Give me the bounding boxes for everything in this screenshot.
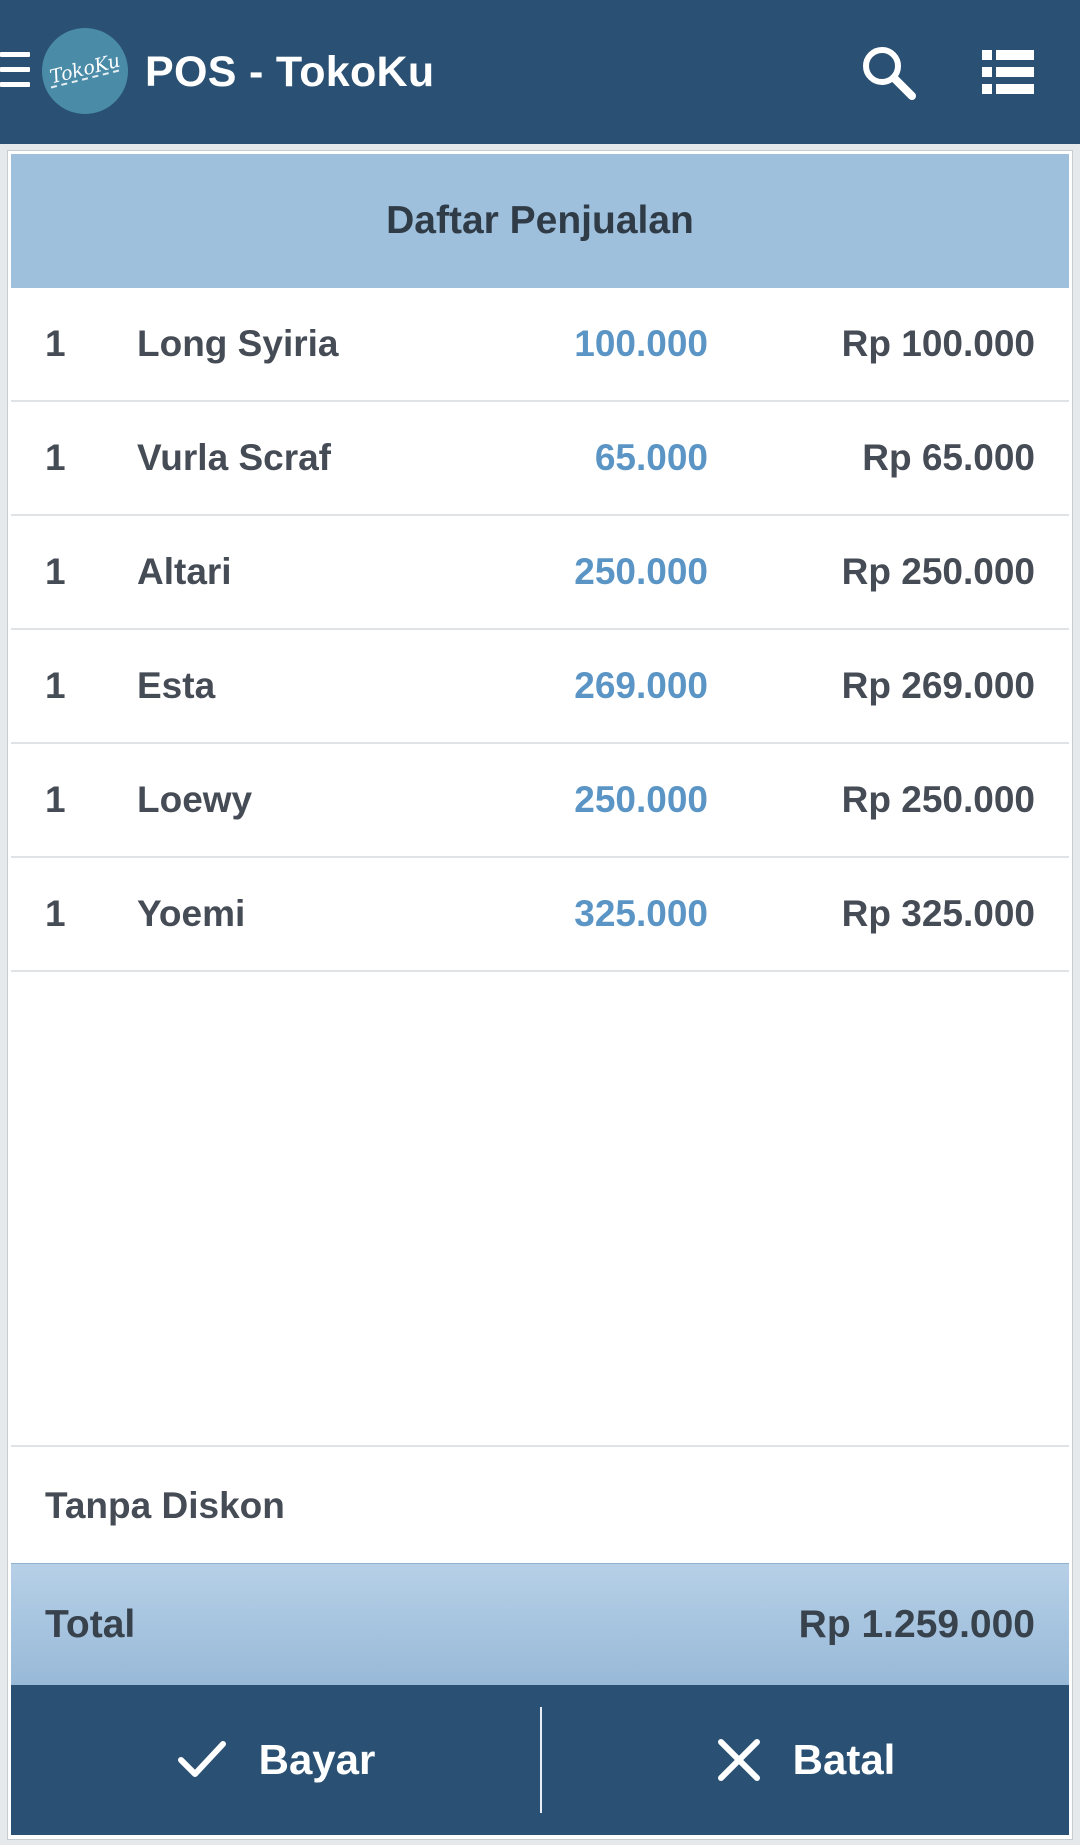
sale-item-row[interactable]: 1 Esta 269.000 Rp 269.000 bbox=[11, 630, 1069, 744]
item-price: 65.000 bbox=[594, 437, 708, 478]
item-qty: 1 bbox=[45, 893, 66, 934]
item-price: 100.000 bbox=[574, 323, 708, 364]
pay-label: Bayar bbox=[258, 1736, 376, 1783]
item-price: 325.000 bbox=[574, 893, 708, 934]
total-value: Rp 1.259.000 bbox=[798, 1603, 1035, 1646]
sale-item-row[interactable]: 1 Altari 250.000 Rp 250.000 bbox=[11, 516, 1069, 630]
item-qty: 1 bbox=[45, 437, 66, 478]
sale-item-row[interactable]: 1 Vurla Scraf 65.000 Rp 65.000 bbox=[11, 402, 1069, 516]
cancel-label: Batal bbox=[792, 1736, 896, 1783]
item-price: 269.000 bbox=[574, 665, 708, 706]
close-icon bbox=[717, 1739, 760, 1781]
menu-icon[interactable] bbox=[0, 52, 30, 92]
item-subtotal: Rp 250.000 bbox=[841, 779, 1035, 820]
total-label: Total bbox=[45, 1603, 136, 1646]
item-subtotal: Rp 269.000 bbox=[841, 665, 1035, 706]
cancel-button[interactable]: Batal bbox=[543, 1685, 1069, 1835]
sales-items-list: 1 Long Syiria 100.000 Rp 100.000 1 Vurla… bbox=[11, 288, 1069, 972]
pay-button[interactable]: Bayar bbox=[11, 1685, 541, 1835]
check-icon bbox=[177, 1741, 226, 1777]
discount-row[interactable]: Tanpa Diskon bbox=[11, 1445, 1069, 1563]
item-subtotal: Rp 100.000 bbox=[841, 323, 1035, 364]
discount-label: Tanpa Diskon bbox=[45, 1485, 285, 1526]
item-subtotal: Rp 325.000 bbox=[841, 893, 1035, 934]
item-name: Esta bbox=[137, 665, 216, 706]
item-qty: 1 bbox=[45, 323, 66, 364]
sale-item-row[interactable]: 1 Long Syiria 100.000 Rp 100.000 bbox=[11, 288, 1069, 402]
app-bar: TokoKu POS - TokoKu bbox=[0, 0, 1080, 144]
panel-title: Daftar Penjualan bbox=[11, 154, 1069, 288]
item-qty: 1 bbox=[45, 665, 66, 706]
list-view-icon[interactable] bbox=[980, 48, 1036, 96]
item-name: Yoemi bbox=[137, 893, 246, 934]
total-row: Total Rp 1.259.000 bbox=[11, 1563, 1069, 1685]
sale-item-row[interactable]: 1 Loewy 250.000 Rp 250.000 bbox=[11, 744, 1069, 858]
item-name: Vurla Scraf bbox=[137, 437, 331, 478]
item-name: Long Syiria bbox=[137, 323, 339, 364]
button-divider bbox=[540, 1707, 542, 1813]
logo-text: TokoKu bbox=[47, 49, 123, 89]
item-name: Altari bbox=[137, 551, 232, 592]
sale-item-row[interactable]: 1 Yoemi 325.000 Rp 325.000 bbox=[11, 858, 1069, 972]
item-price: 250.000 bbox=[574, 779, 708, 820]
item-name: Loewy bbox=[137, 779, 253, 820]
item-subtotal: Rp 65.000 bbox=[862, 437, 1035, 478]
tokoku-logo: TokoKu bbox=[42, 28, 128, 114]
item-price: 250.000 bbox=[574, 551, 708, 592]
app-title: POS - TokoKu bbox=[145, 48, 435, 96]
search-icon[interactable] bbox=[860, 44, 916, 100]
item-qty: 1 bbox=[45, 779, 66, 820]
sales-list-panel: Daftar Penjualan 1 Long Syiria 100.000 R… bbox=[7, 150, 1073, 1840]
item-subtotal: Rp 250.000 bbox=[841, 551, 1035, 592]
action-bar: Bayar Batal bbox=[11, 1685, 1069, 1835]
item-qty: 1 bbox=[45, 551, 66, 592]
